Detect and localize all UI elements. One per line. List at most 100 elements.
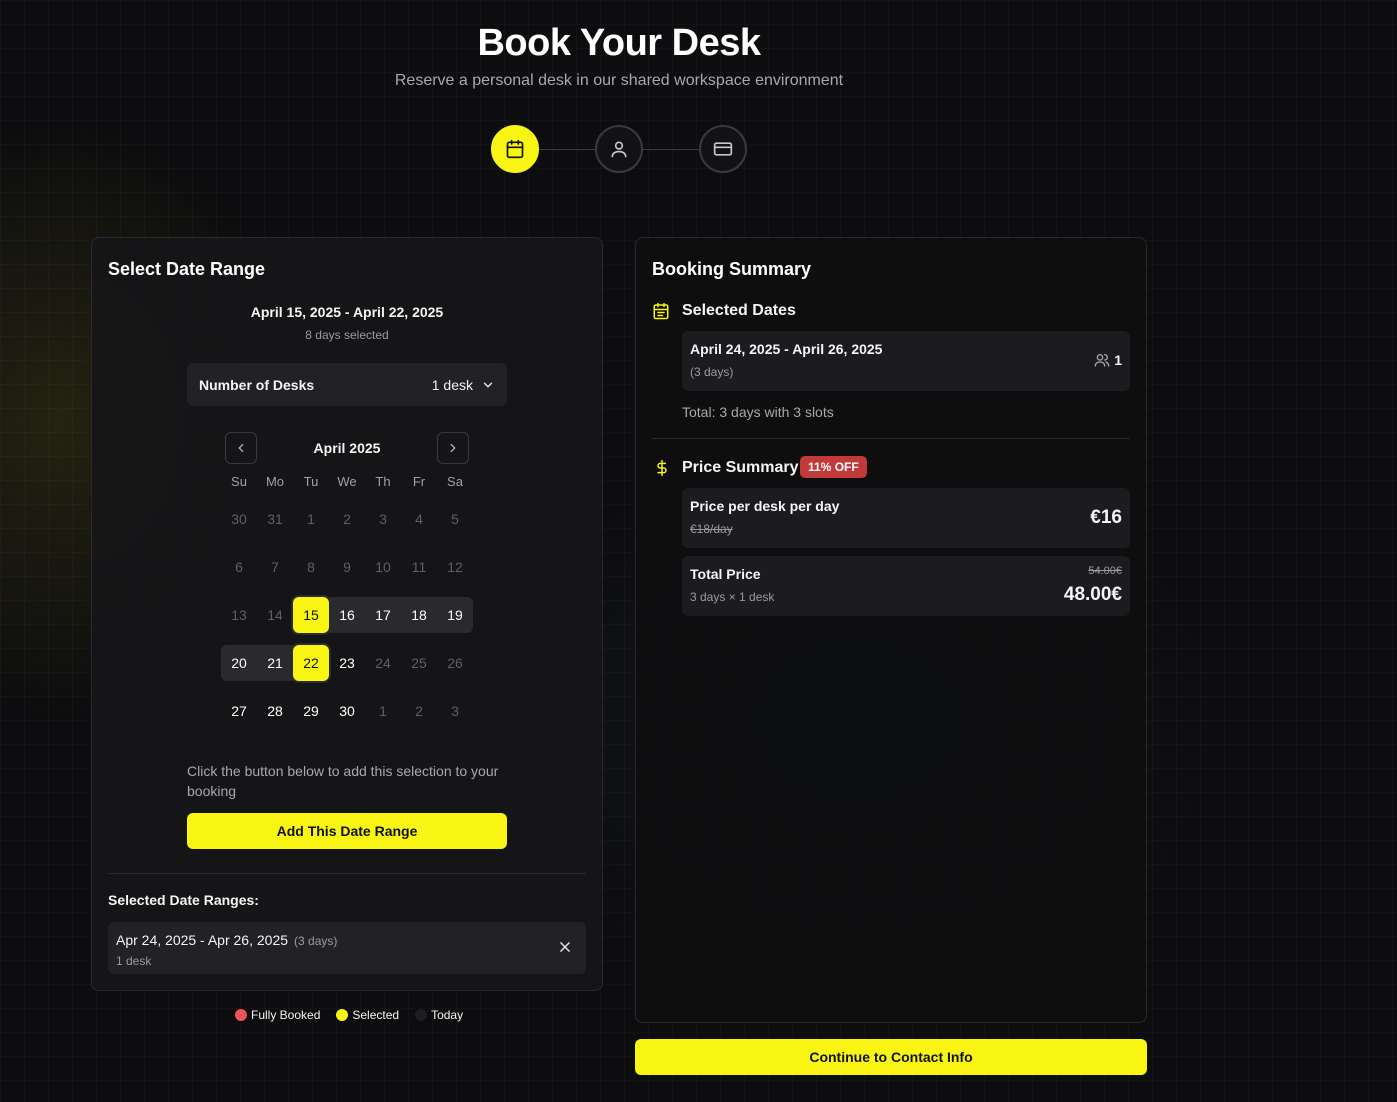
weekday-label: Tu [303,474,319,489]
calendar-day[interactable]: 16 [329,597,365,633]
panel-title: Select Date Range [108,259,266,279]
legend-label: Selected [352,1008,400,1022]
legend-selected: Selected [336,1008,399,1022]
calendar-day[interactable]: 30 [329,693,365,729]
calendar-day-booked: 24 [375,655,391,671]
selected-dates-box: April 24, 2025 - April 26, 2025 (3 days)… [682,331,1130,391]
desk-count-value: 1 desk [431,376,473,393]
calendar-day[interactable]: 18 [401,597,437,633]
calendar-day: 31 [267,511,283,527]
selected-range-item: Apr 24, 2025 - Apr 26, 2025 (3 days) 1 de… [108,922,586,974]
chevron-down-icon [483,382,493,387]
calendar-day[interactable]: 28 [257,693,293,729]
remove-range-button[interactable] [558,940,572,959]
step-dates[interactable] [491,125,539,173]
calendar-day[interactable]: 17 [365,597,401,633]
summary-dates: April 24, 2025 - April 26, 2025 [690,341,883,357]
total-price-breakdown: 3 days × 1 desk [690,590,775,604]
calendar-day: 7 [271,559,279,575]
date-range-panel: Select Date Range April 15, 2025 - April… [91,237,603,991]
calendar-legend: Fully Booked Selected Today [235,1008,463,1022]
calendar-day: 4 [415,511,423,527]
chevron-right-icon [450,443,456,453]
calendar-week: 13 14 15 16 17 18 19 [221,597,473,633]
user-icon [611,141,627,158]
weekday-label: Fr [412,474,426,489]
calendar-day: 3 [379,511,387,527]
total-price-new: 48.00€ [1063,584,1122,605]
calendar-day-booked: 26 [447,655,463,671]
calendar-day: 1 [307,511,315,527]
calendar-day[interactable]: 19 [437,597,473,633]
legend-label: Fully Booked [251,1008,321,1022]
divider [652,438,1130,439]
calendar-week: 20 21 22 23 24 25 26 [221,645,473,681]
calendar-day: 9 [343,559,351,575]
continue-button[interactable]: Continue to Contact Info [635,1039,1147,1075]
calendar-day: 5 [451,511,459,527]
summary-total-line: Total: 3 days with 3 slots [682,404,834,420]
panel-title: Booking Summary [652,259,812,279]
weekday-label: We [337,474,357,489]
total-price-box: Total Price 3 days × 1 desk 54.00€ 48.00… [682,556,1130,616]
price-summary-title: Price Summary [682,459,799,476]
calendar-day: 13 [231,607,247,623]
booked-dot [235,1009,247,1021]
calendar-day: 6 [235,559,243,575]
calendar-day: 3 [451,703,459,719]
selected-dates-title: Selected Dates [682,302,796,319]
calendar-day-range-start[interactable]: 15 [293,597,329,633]
next-month-button[interactable] [437,432,469,464]
calendar-month: April 2025 [313,440,381,456]
calendar-day[interactable]: 23 [329,645,365,681]
calendar-week: 30 31 1 2 3 4 5 [221,501,473,537]
desk-count-select[interactable]: Number of Desks 1 desk [187,363,507,406]
add-date-range-button[interactable]: Add This Date Range [187,813,507,849]
legend-label: Today [431,1008,464,1022]
weekday-label: Sa [447,474,463,489]
range-item-days: (3 days) [294,934,338,948]
booking-summary-panel: Booking Summary Selected Dates April 24,… [635,237,1147,1023]
calendar-day: 30 [231,511,247,527]
today-dot [415,1009,428,1021]
selected-ranges-label: Selected Date Ranges: [108,892,259,908]
calendar-day: 10 [375,559,391,575]
dollar-icon [654,458,670,483]
calendar-day-booked: 25 [411,655,427,671]
price-per-day-label: Price per desk per day [690,498,840,514]
selected-range-count: 8 days selected [305,328,389,342]
calendar-day-range-end[interactable]: 22 [293,645,329,681]
calendar-day: 8 [307,559,315,575]
close-icon [560,942,570,952]
step-contact[interactable] [595,125,643,173]
step-connector [643,148,699,150]
price-per-day-new: €16 [1090,507,1122,528]
add-range-hint: Click the button below to add this selec… [187,763,499,799]
page-title: Book Your Desk [477,22,761,64]
calendar-day: 14 [267,607,283,623]
calendar-grid: Su Mo Tu We Th Fr Sa 30 31 1 2 3 4 5 6 7… [221,474,473,729]
page-subtitle: Reserve a personal desk in our shared wo… [394,72,844,89]
divider [108,873,586,874]
step-connector [539,148,595,150]
selected-range-title: April 15, 2025 - April 22, 2025 [250,304,444,320]
legend-fully-booked: Fully Booked [235,1008,320,1022]
discount-badge: 11% OFF [800,456,867,478]
calendar-day[interactable]: 29 [293,693,329,729]
calendar-day[interactable]: 21 [257,645,293,681]
users-icon [1094,354,1110,367]
weekday-label: Th [375,474,391,489]
range-item-line: Apr 24, 2025 - Apr 26, 2025 (3 days) [116,932,578,950]
calendar-day[interactable]: 27 [221,693,257,729]
range-item-dates: Apr 24, 2025 - Apr 26, 2025 [116,932,289,948]
selected-dot [336,1009,349,1021]
summary-people-count: 1 [1114,352,1122,368]
legend-today: Today [415,1008,463,1022]
calendar-day[interactable]: 20 [221,645,257,681]
calendar-day: 2 [343,511,351,527]
weekday-label: Mo [265,474,285,489]
calendar-day: 1 [379,703,387,719]
step-payment[interactable] [699,125,747,173]
calendar-day: 12 [447,559,463,575]
credit-card-icon [713,142,733,156]
